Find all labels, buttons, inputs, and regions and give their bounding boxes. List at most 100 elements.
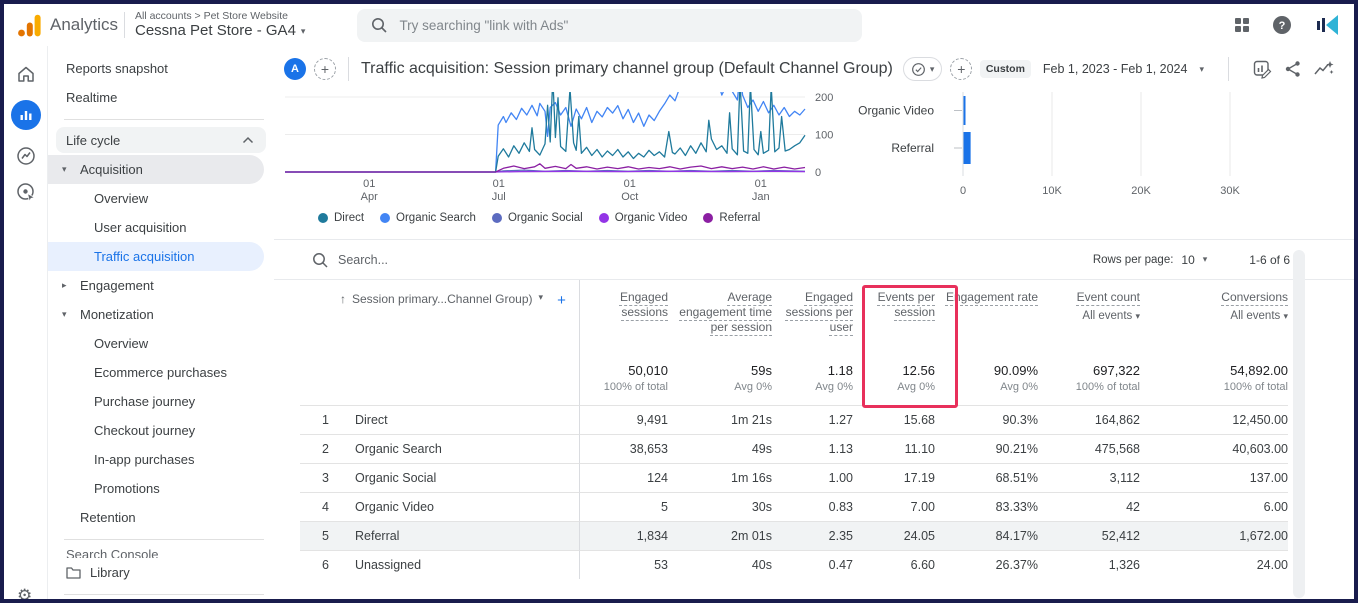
sidebar-item-overview[interactable]: Overview — [48, 329, 274, 358]
svg-text:Jan: Jan — [752, 191, 770, 203]
column-header-average-engagement-time-per-session[interactable]: Average engagement time per session — [668, 280, 772, 357]
legend-item-referral[interactable]: Referral — [703, 212, 760, 224]
cell-organic-video-conversions: 6.00 — [1140, 492, 1288, 521]
caret-right-icon: ▸ — [62, 280, 80, 291]
report-header: A + Traffic acquisition: Session primary… — [274, 46, 1354, 92]
customize-report-icon[interactable] — [1253, 60, 1272, 79]
analytics-logo[interactable]: Analytics — [4, 13, 124, 38]
table-toolbar: Search... Rows per page: 10 ▾ 1-6 of 6 — [274, 240, 1354, 280]
caret-down-icon[interactable]: ▾ — [1199, 64, 1204, 75]
totals-subtext: 100% of total — [580, 381, 668, 393]
home-icon[interactable] — [16, 64, 36, 84]
explore-icon[interactable] — [16, 146, 36, 166]
cell-referral-average-engagement-time-per-session: 2m 01s — [668, 521, 772, 550]
sidebar-divider — [64, 594, 264, 595]
cell-referral-event-count: 52,412 — [1038, 521, 1140, 550]
legend-item-direct[interactable]: Direct — [318, 212, 364, 224]
cell-organic-search-events-per-session: 11.10 — [853, 434, 935, 463]
column-header-engagement-rate[interactable]: Engagement rate — [935, 280, 1038, 357]
rows-per-page-select[interactable]: 10 — [1181, 253, 1194, 267]
cell-organic-search-event-count: 475,568 — [1038, 434, 1140, 463]
sidebar-item-retention[interactable]: Retention — [48, 503, 274, 532]
search-placeholder: Try searching "link with Ads" — [399, 18, 568, 33]
report-status-pill[interactable]: ▾ — [903, 57, 943, 81]
cell-referral-engaged-sessions-per-user: 2.35 — [772, 521, 853, 550]
legend-item-organic-social[interactable]: Organic Social — [492, 212, 583, 224]
pagination-range: 1-6 of 6 — [1249, 253, 1290, 267]
sidebar-divider — [64, 119, 264, 120]
sidebar-section-life-cycle[interactable]: Life cycle — [56, 127, 266, 153]
svg-text:Referral: Referral — [891, 141, 934, 155]
sidebar-item-user-acquisition[interactable]: User acquisition — [48, 213, 274, 242]
report-header-actions: Custom Feb 1, 2023 - Feb 1, 2024 ▾ — [980, 57, 1334, 81]
add-metric-button[interactable]: + — [950, 58, 972, 80]
cell-organic-social-average-engagement-time-per-session: 1m 16s — [668, 463, 772, 492]
charts-panel: 010020001Apr01Jul01Oct01Jan 010K20K30KOr… — [274, 92, 1354, 240]
insights-icon[interactable] — [1314, 60, 1334, 78]
column-header-event-count[interactable]: Event countAll events ▾ — [1038, 280, 1140, 357]
totals-row-spacer — [300, 357, 580, 405]
totals-value: 50,010 — [580, 363, 668, 378]
settings-gear-icon[interactable]: ⚙ — [17, 586, 32, 599]
property-selector[interactable]: Cessna Pet Store - GA4 ▾ — [135, 22, 305, 39]
sidebar-item-in-app-purchases[interactable]: In-app purchases — [48, 445, 274, 474]
report-avatar[interactable]: A — [284, 58, 306, 80]
cell-unassigned-engaged-sessions-per-user: 0.47 — [772, 550, 853, 579]
cell-organic-search-conversions: 40,603.00 — [1140, 434, 1288, 463]
reports-icon[interactable] — [11, 100, 41, 130]
sidebar-item-acquisition[interactable]: ▾Acquisition — [48, 155, 264, 184]
sidebar-item-engagement[interactable]: ▸Engagement — [48, 271, 274, 300]
column-header-events-per-session[interactable]: Events per session — [853, 280, 935, 357]
sidebar-item-traffic-acquisition[interactable]: Traffic acquisition — [48, 242, 264, 271]
sidebar-item-promotions[interactable]: Promotions — [48, 474, 274, 503]
cell-direct-engaged-sessions: 9,491 — [580, 405, 668, 434]
profile-avatar[interactable] — [1314, 12, 1340, 38]
sort-ascending-icon: ↑ — [340, 292, 346, 306]
sidebar-item-overview[interactable]: Overview — [48, 184, 274, 213]
apps-grid-icon[interactable] — [1234, 17, 1250, 33]
legend-item-organic-search[interactable]: Organic Search — [380, 212, 476, 224]
share-icon[interactable] — [1284, 60, 1302, 78]
table-scrollbar[interactable] — [1293, 250, 1305, 598]
help-icon[interactable]: ? — [1272, 15, 1292, 35]
svg-text:0: 0 — [815, 167, 821, 179]
cell-organic-social-event-count: 3,112 — [1038, 463, 1140, 492]
legend-dot — [492, 213, 502, 223]
date-range-selector[interactable]: Feb 1, 2023 - Feb 1, 2024 — [1043, 62, 1188, 76]
sidebar-item-search-console-clipped[interactable]: Search Console — [48, 547, 274, 558]
totals-value: 12.56 — [853, 363, 935, 378]
caret-down-icon: ▾ — [62, 164, 80, 175]
cell-organic-video-event-count: 42 — [1038, 492, 1140, 521]
add-comparison-button[interactable]: + — [314, 58, 336, 80]
column-filter-conversions[interactable]: All events ▾ — [1140, 309, 1288, 324]
cell-organic-social-conversions: 137.00 — [1140, 463, 1288, 492]
traffic-acquisition-table: ↑Session primary...Channel Group)▾+Engag… — [300, 280, 1354, 579]
advertising-icon[interactable] — [16, 182, 36, 202]
sidebar-item-purchase-journey[interactable]: Purchase journey — [48, 387, 274, 416]
column-header-engaged-sessions[interactable]: Engaged sessions — [580, 280, 668, 357]
breadcrumb: All accounts > Pet Store Website Cessna … — [135, 10, 305, 39]
sidebar-item-checkout-journey[interactable]: Checkout journey — [48, 416, 274, 445]
caret-down-icon[interactable]: ▾ — [1203, 254, 1208, 265]
table-row-channel-organic-video: 4Organic Video — [300, 492, 580, 521]
legend-item-organic-video[interactable]: Organic Video — [599, 212, 688, 224]
cell-referral-conversions: 1,672.00 — [1140, 521, 1288, 550]
breadcrumb-path[interactable]: All accounts > Pet Store Website — [135, 10, 305, 22]
sidebar-item-library[interactable]: Library — [48, 558, 274, 587]
sidebar-item-monetization[interactable]: ▾Monetization — [48, 300, 274, 329]
sidebar-item-ecommerce-purchases[interactable]: Ecommerce purchases — [48, 358, 274, 387]
table-search-input[interactable]: Search... — [312, 252, 1093, 268]
global-search[interactable]: Try searching "link with Ads" — [357, 9, 862, 42]
ga4-application-window: Analytics All accounts > Pet Store Websi… — [0, 0, 1358, 603]
totals-value: 54,892.00 — [1140, 363, 1288, 378]
column-filter-event-count[interactable]: All events ▾ — [1038, 309, 1140, 324]
sidebar-item-realtime[interactable]: Realtime — [48, 83, 274, 112]
table-dimension-header[interactable]: ↑Session primary...Channel Group)▾+ — [300, 280, 580, 357]
sidebar-item-reports-snapshot[interactable]: Reports snapshot — [48, 54, 274, 83]
sessions-bar-chart: 010K20K30KOrganic VideoReferral — [834, 92, 1314, 204]
caret-down-icon: ▾ — [301, 26, 306, 36]
column-header-conversions[interactable]: ConversionsAll events ▾ — [1140, 280, 1288, 357]
main-content: A + Traffic acquisition: Session primary… — [274, 46, 1354, 599]
sessions-line-chart: 010020001Apr01Jul01Oct01Jan — [285, 92, 860, 206]
column-header-engaged-sessions-per-user[interactable]: Engaged sessions per user — [772, 280, 853, 357]
